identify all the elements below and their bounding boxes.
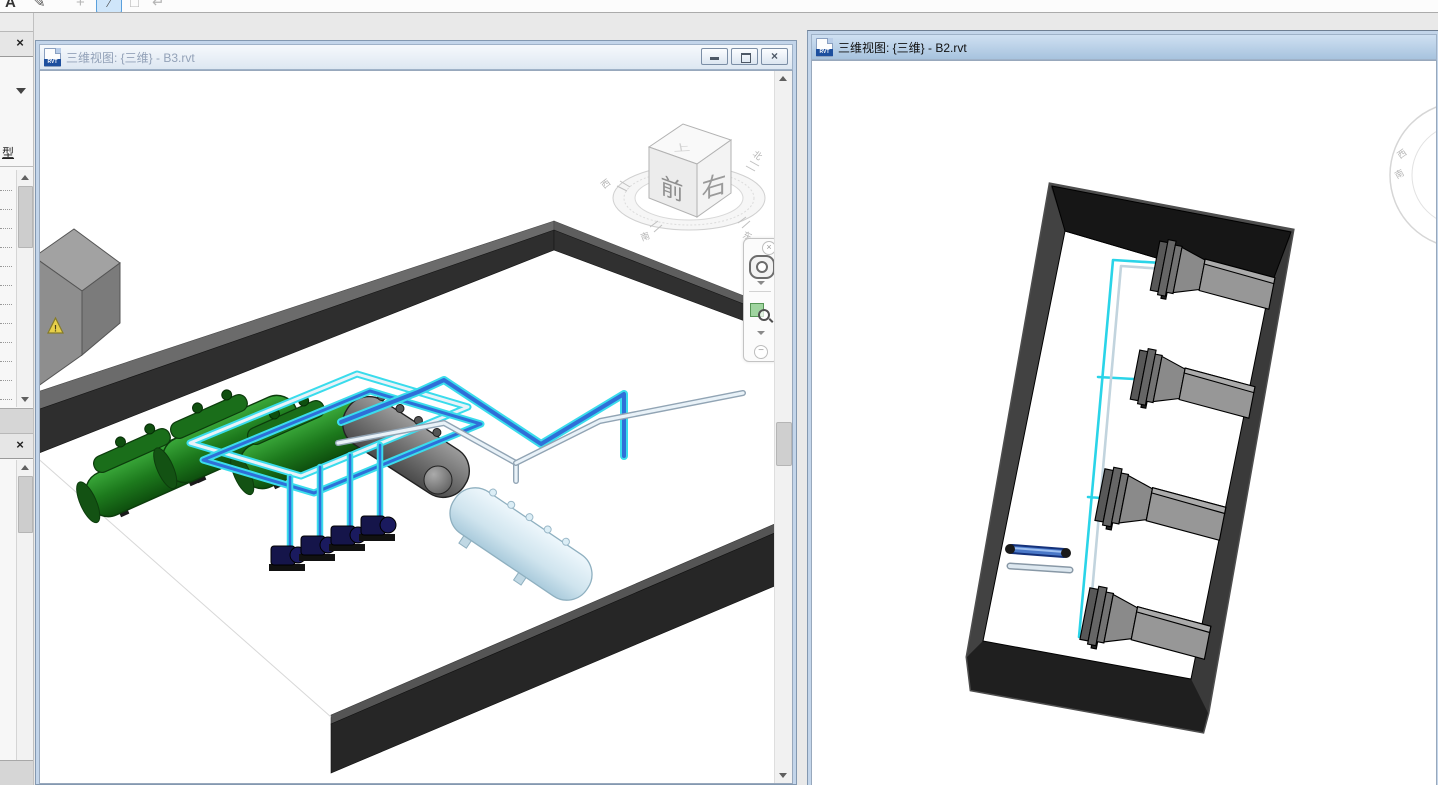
compass-west-label: 西	[1395, 147, 1408, 160]
properties-panel-footer	[0, 408, 33, 433]
view-window-b3[interactable]: RVT 三维视图: {三维} - B3.rvt ×	[35, 40, 797, 785]
rvt-file-icon: RVT	[816, 38, 833, 57]
properties-panel-header: ×	[0, 32, 33, 57]
navbar-divider	[749, 291, 771, 292]
sketch-tool-icon[interactable]: ✎	[33, 0, 46, 12]
navbar-collapse-button[interactable]: −	[754, 345, 768, 359]
delete-box-tool-icon[interactable]: □	[130, 0, 139, 12]
browser-close-button[interactable]: ×	[11, 437, 29, 453]
scroll-down-button[interactable]	[17, 392, 33, 407]
zoom-menu-arrow-icon[interactable]	[757, 331, 765, 335]
viewcube-top-label: 上	[672, 142, 691, 153]
wheel-menu-arrow-icon[interactable]	[757, 281, 765, 285]
rvt-file-icon: RVT	[44, 48, 61, 67]
close-button[interactable]: ×	[761, 48, 788, 65]
steering-wheel-icon[interactable]	[749, 255, 775, 279]
active-line-tool-icon[interactable]: ⁄	[96, 0, 122, 13]
scroll-up-button[interactable]	[17, 170, 33, 185]
compass-west-label: 西	[599, 177, 612, 190]
zoom-region-icon[interactable]	[750, 301, 770, 321]
restore-button[interactable]	[731, 48, 758, 65]
view-canvas-b2[interactable]: 西 南	[811, 60, 1437, 785]
properties-close-button[interactable]: ×	[11, 35, 29, 51]
view-window-b2[interactable]: RVT 三维视图: {三维} - B2.rvt 西 南	[807, 30, 1438, 785]
return-tool-icon[interactable]: ↵	[152, 0, 165, 12]
browser-panel-header: ×	[0, 434, 33, 459]
scroll-up-button[interactable]	[775, 71, 792, 87]
window-title: 三维视图: {三维} - B2.rvt	[838, 39, 967, 56]
minimize-icon	[710, 57, 719, 60]
scrollbar-thumb[interactable]	[18, 186, 33, 248]
close-icon: ×	[762, 49, 787, 64]
viewcube-compass-partial[interactable]: 西 南	[1390, 102, 1437, 248]
property-grid-edge	[0, 172, 12, 400]
revit-workspace: A ✎ + ⁄ □ ↵ × 型	[0, 0, 1438, 785]
scroll-down-button[interactable]	[775, 767, 792, 783]
text-tool-icon[interactable]: A	[5, 0, 16, 12]
tank-sphere	[424, 466, 452, 494]
properties-panel-edge: × 型	[0, 31, 33, 432]
scrollbar-thumb[interactable]	[18, 476, 33, 533]
properties-scrollbar[interactable]	[16, 170, 33, 407]
compass-south-label: 南	[639, 229, 651, 242]
window-titlebar-b3[interactable]: RVT 三维视图: {三维} - B3.rvt ×	[39, 44, 793, 70]
add-tool-icon[interactable]: +	[76, 0, 85, 12]
panel-divider	[0, 166, 33, 167]
gray-duct-box	[40, 229, 120, 389]
restore-icon	[741, 53, 751, 63]
browser-panel-footer	[0, 760, 33, 785]
scrollbar-thumb[interactable]	[776, 422, 792, 466]
pale-blue-tank[interactable]	[436, 474, 605, 617]
compass-north-label: 北	[751, 149, 764, 162]
window-titlebar-b2[interactable]: RVT 三维视图: {三维} - B2.rvt	[811, 34, 1437, 60]
edit-type-link[interactable]: 型	[2, 144, 14, 161]
svg-text:!: !	[54, 324, 57, 334]
browser-scrollbar[interactable]	[16, 460, 33, 760]
browser-panel-edge: ×	[0, 433, 33, 785]
minimize-button[interactable]	[701, 48, 728, 65]
ribbon-bottom-strip: A ✎ + ⁄ □ ↵	[0, 0, 1438, 13]
window-title: 三维视图: {三维} - B3.rvt	[66, 49, 195, 66]
compass-south-label: 南	[1393, 167, 1406, 181]
type-selector-arrow-icon[interactable]	[16, 88, 26, 94]
view-scrollbar-vertical[interactable]	[774, 71, 792, 783]
left-panel-rail: × 型 ×	[0, 13, 34, 785]
scroll-up-button[interactable]	[17, 460, 33, 475]
view-canvas-b3[interactable]: !	[39, 70, 793, 784]
scene-3d-fan-room: 西 南	[812, 61, 1437, 785]
